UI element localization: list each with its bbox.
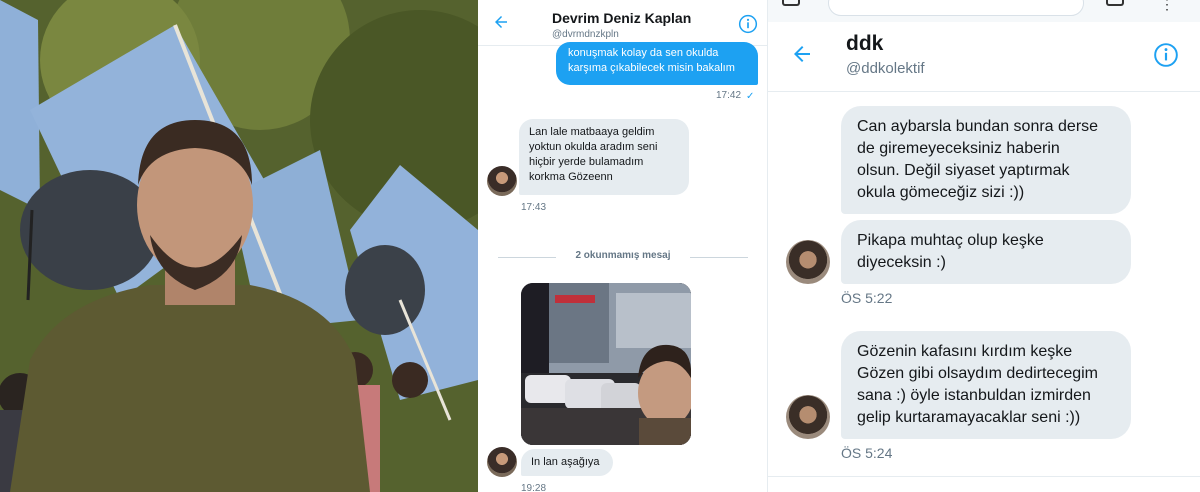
conversation-header: Devrim Deniz Kaplan @dvrmdnzkpln	[478, 0, 767, 46]
message-line: yoktun okulda aradım seni	[529, 141, 658, 153]
message-line: konuşmak kolay da sen okulda	[568, 47, 719, 59]
image-message[interactable]	[521, 283, 691, 445]
conversation-header: ddk @ddkolektif	[768, 22, 1200, 92]
conversation-name[interactable]: ddk	[846, 32, 883, 56]
incoming-message: In lan aşağıya	[521, 449, 613, 476]
incoming-message: Lan lale matbaaya geldim yoktun okulda a…	[519, 119, 689, 195]
message-time: ÖS 5:24	[841, 445, 893, 461]
message-time: 17:42	[716, 90, 742, 101]
message-line: Gözen gibi olsaydım dedirtecegim	[857, 365, 1099, 382]
avatar[interactable]	[487, 447, 517, 477]
divider	[768, 476, 1200, 477]
message-line: korkma Gözeenn	[529, 171, 613, 183]
message-line: diyeceksin :)	[857, 254, 946, 271]
avatar[interactable]	[786, 240, 830, 284]
outgoing-message: konuşmak kolay da sen okulda karşıma çık…	[556, 42, 758, 85]
message-line: gelip kurtaramayacaklar seni :))	[857, 409, 1081, 426]
dm-conversation-ddk: ⋮ ddk @ddkolektif Can aybarsla bundan so…	[767, 0, 1200, 492]
message-line: Can aybarsla bundan sonra derse	[857, 118, 1099, 135]
info-icon[interactable]	[1153, 42, 1179, 68]
message-line: In lan aşağıya	[531, 456, 600, 468]
tab-icon[interactable]	[782, 0, 800, 6]
back-arrow-icon[interactable]	[790, 42, 814, 66]
incoming-message: Gözenin kafasını kırdım keşke Gözen gibi…	[841, 331, 1131, 439]
message-time: 19:28	[521, 483, 547, 492]
conversation-handle: @dvrmdnzkpln	[552, 29, 619, 40]
incoming-message: Can aybarsla bundan sonra derse de girem…	[841, 106, 1131, 214]
photo-illustration	[0, 0, 478, 492]
avatar[interactable]	[786, 395, 830, 439]
photo-attachment	[521, 283, 691, 445]
menu-icon[interactable]: ⋮	[1160, 0, 1174, 13]
composite-screenshot: Devrim Deniz Kaplan @dvrmdnzkpln konuşma…	[0, 0, 1200, 492]
message-line: Lan lale matbaaya geldim	[529, 126, 655, 138]
dm-conversation-devrim: Devrim Deniz Kaplan @dvrmdnzkpln konuşma…	[478, 0, 767, 492]
read-check-icon: ✓	[746, 91, 755, 102]
protest-photo	[0, 0, 478, 492]
incoming-message: Pikapa muhtaç olup keşke diyeceksin :)	[841, 220, 1131, 284]
address-bar[interactable]	[828, 0, 1084, 16]
message-line: Pikapa muhtaç olup keşke	[857, 232, 1044, 249]
back-arrow-icon[interactable]	[492, 13, 510, 31]
info-icon[interactable]	[738, 14, 758, 34]
message-time: ÖS 5:22	[841, 290, 893, 306]
conversation-name[interactable]: Devrim Deniz Kaplan	[552, 10, 691, 26]
message-line: de giremeyeceksiniz haberin	[857, 140, 1060, 157]
message-time: 17:43	[521, 202, 547, 213]
message-line: okula gömeceğiz sizi :))	[857, 184, 1025, 201]
message-line: olsun. Değil siyaset yaptırmak	[857, 162, 1070, 179]
tabs-icon[interactable]	[1106, 0, 1124, 6]
message-line: karşıma çıkabilecek misin bakalım	[568, 62, 735, 74]
avatar[interactable]	[487, 166, 517, 196]
message-line: Gözenin kafasını kırdım keşke	[857, 343, 1073, 360]
conversation-handle: @ddkolektif	[846, 60, 925, 77]
browser-toolbar: ⋮	[768, 0, 1200, 22]
message-line: hiçbir yerde bulamadım	[529, 156, 644, 168]
unread-divider: 2 okunmamış mesaj	[498, 250, 748, 264]
message-line: sana :) öyle istanbuldan izmirden	[857, 387, 1091, 404]
